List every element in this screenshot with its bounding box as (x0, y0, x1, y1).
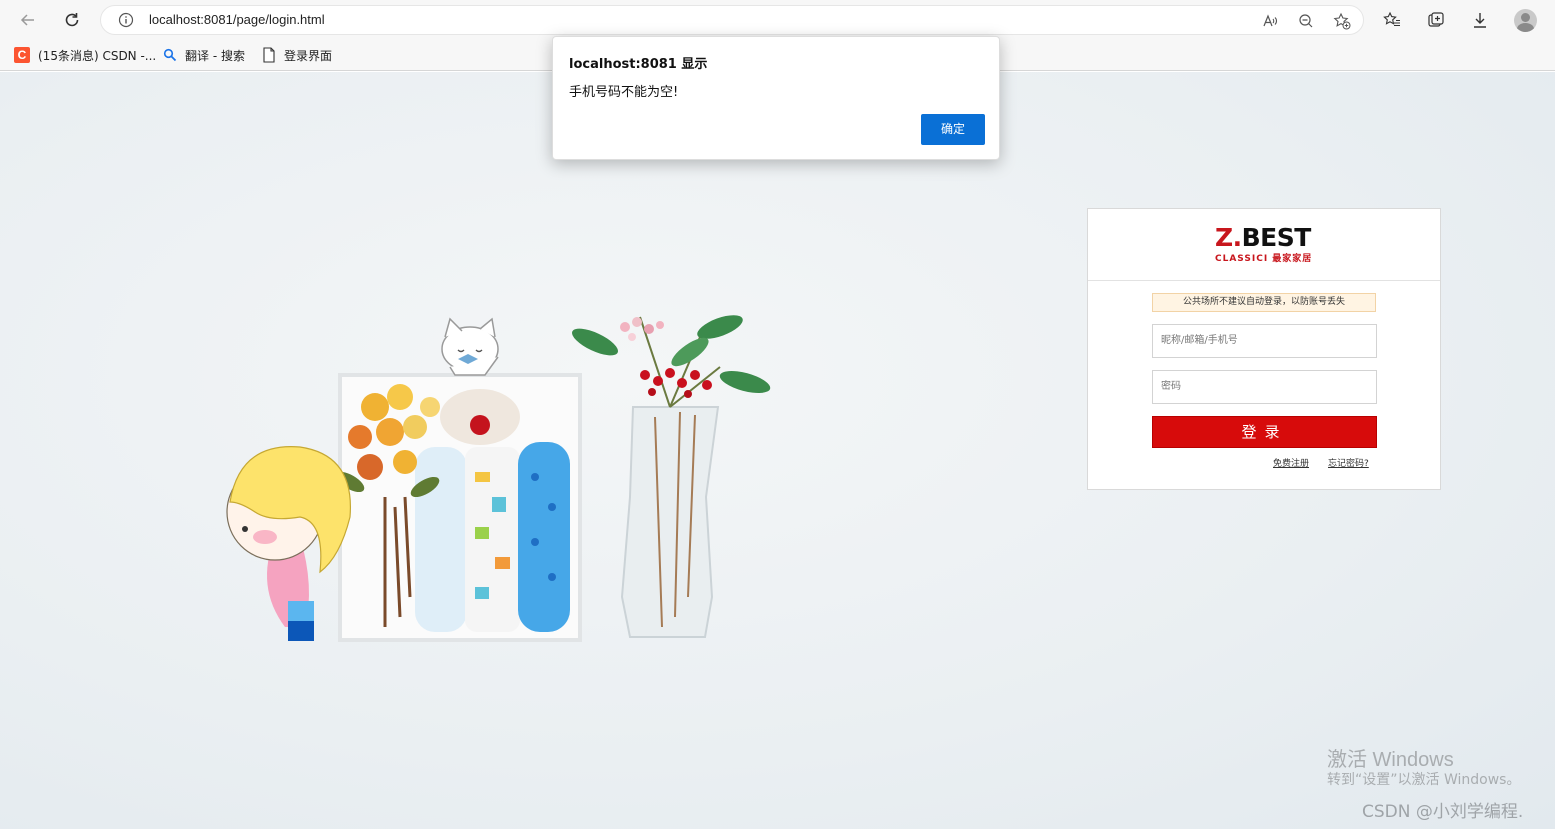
activate-windows-title: 激活 Windows (1327, 749, 1454, 771)
dialog-message: 手机号码不能为空! (569, 85, 679, 100)
forgot-password-link[interactable]: 忘记密码? (1328, 456, 1369, 469)
page-viewport: Z.BEST CLASSICI 最家家居 公共场所不建议自动登录，以防账号丢失 … (0, 72, 1555, 829)
zoom-out-icon[interactable] (1297, 12, 1315, 30)
back-arrow-icon[interactable] (16, 8, 40, 32)
read-aloud-icon[interactable] (1261, 12, 1279, 30)
add-favorite-icon[interactable] (1333, 12, 1351, 30)
login-button[interactable]: 登录 (1152, 416, 1377, 448)
username-input[interactable]: 昵称/邮箱/手机号 (1152, 324, 1377, 358)
bookmark-translate[interactable]: 翻译 - 搜索 (163, 44, 245, 66)
search-icon (163, 48, 177, 62)
site-info-icon[interactable] (118, 12, 134, 32)
csdn-icon: C (14, 47, 30, 63)
register-link[interactable]: 免费注册 (1273, 456, 1309, 469)
dialog-ok-button[interactable]: 确定 (921, 114, 985, 145)
csdn-credit-watermark: CSDN @小刘学编程. (1362, 802, 1524, 822)
url-text[interactable]: localhost:8081/page/login.html (149, 12, 325, 27)
logo-area: Z.BEST CLASSICI 最家家居 (1088, 209, 1440, 281)
page-icon (262, 47, 276, 63)
bookmark-label: 翻译 - 搜索 (185, 48, 245, 63)
dialog-title: localhost:8081 显示 (569, 57, 708, 72)
login-panel: Z.BEST CLASSICI 最家家居 公共场所不建议自动登录，以防账号丢失 … (1087, 208, 1441, 490)
decorative-illustration (226, 315, 771, 642)
bookmark-csdn[interactable]: C (15条消息) CSDN -... (14, 44, 156, 66)
brand-logo: Z.BEST (1215, 223, 1311, 252)
favorites-icon[interactable] (1382, 10, 1402, 30)
bookmark-label: 登录界面 (284, 48, 333, 63)
address-bar[interactable]: localhost:8081/page/login.html (100, 5, 1364, 35)
activate-windows-subtitle: 转到“设置”以激活 Windows。 (1327, 772, 1521, 788)
alert-dialog: localhost:8081 显示 手机号码不能为空! 确定 (552, 36, 1000, 160)
security-notice: 公共场所不建议自动登录，以防账号丢失 (1152, 293, 1376, 312)
password-input[interactable]: 密码 (1152, 370, 1377, 404)
profile-avatar[interactable] (1514, 9, 1537, 32)
bookmark-label: (15条消息) CSDN -... (38, 48, 157, 63)
browser-toolbar: localhost:8081/page/login.html (0, 0, 1555, 40)
downloads-icon[interactable] (1470, 10, 1490, 30)
reload-icon[interactable] (60, 8, 84, 32)
bookmark-login-page[interactable]: 登录界面 (262, 44, 332, 66)
collections-icon[interactable] (1426, 10, 1446, 30)
brand-logo-subtitle: CLASSICI 最家家居 (1215, 254, 1313, 264)
